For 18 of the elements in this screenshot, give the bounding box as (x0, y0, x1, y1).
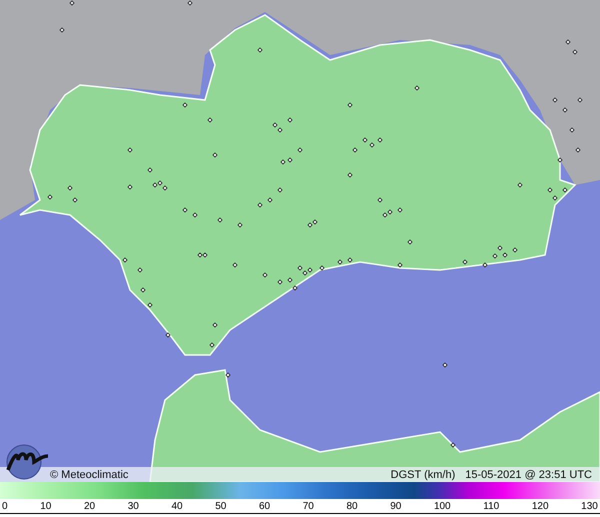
scale-tick-label: 0 (2, 501, 8, 513)
scale-tick-label: 70 (302, 501, 314, 513)
scale-tick-label: 50 (215, 501, 226, 513)
variable-label: DGST (km/h) (390, 468, 456, 480)
attribution-text: © Meteoclimatic (50, 468, 128, 480)
scale-tick-label: 110 (483, 501, 500, 513)
scale-tick-label: 80 (346, 501, 358, 513)
logo-icon (4, 444, 50, 480)
scale-tick-label: 30 (128, 501, 139, 513)
scale-tick-label: 20 (84, 501, 96, 513)
scale-tick-label: 10 (40, 501, 52, 513)
scale-tick-label: 130 (581, 501, 598, 513)
timestamp-label: 15-05-2021 @ 23:51 UTC (465, 468, 592, 480)
scale-tick-label: 60 (258, 501, 270, 513)
scale-tick-label: 40 (171, 501, 183, 513)
scale-tick-label: 120 (532, 501, 549, 513)
scale-tick-label: 100 (434, 501, 451, 513)
scale-tick-label: 90 (390, 501, 402, 513)
